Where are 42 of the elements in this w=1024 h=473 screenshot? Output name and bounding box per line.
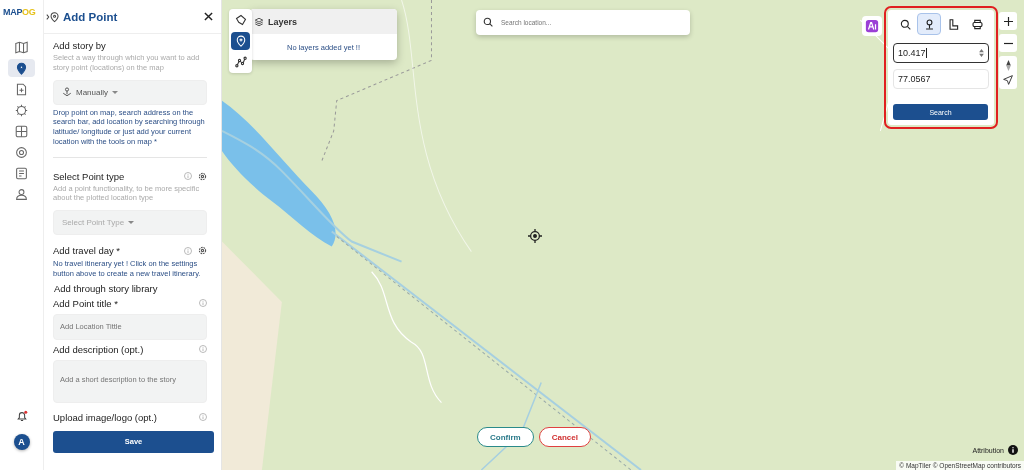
section-label: Upload image/logo (opt.) bbox=[53, 411, 158, 423]
panel-title: Add Point bbox=[63, 10, 119, 23]
section-label: Add description (opt.) bbox=[53, 343, 144, 355]
chevron-pin-icon bbox=[46, 10, 60, 23]
section-label: Add travel day * bbox=[53, 245, 121, 256]
close-icon[interactable] bbox=[204, 12, 213, 21]
file-plus-icon bbox=[15, 82, 28, 96]
manual-dropdown[interactable]: Manually bbox=[53, 79, 207, 105]
zoom-out-icon[interactable] bbox=[999, 34, 1017, 52]
section-label: Select Point type bbox=[53, 170, 125, 182]
sun-icon bbox=[15, 103, 28, 117]
list-icon bbox=[15, 166, 28, 180]
search-icon bbox=[483, 17, 493, 27]
map-icon bbox=[15, 40, 28, 54]
rail-item[interactable] bbox=[8, 59, 35, 77]
latitude-input[interactable]: 10.417 bbox=[893, 43, 989, 63]
pin-tab-icon[interactable] bbox=[917, 13, 941, 35]
grid-icon bbox=[15, 124, 28, 138]
longitude-input[interactable]: 77.0567 bbox=[893, 69, 989, 89]
notification-bell-icon[interactable] bbox=[15, 410, 28, 422]
locate-icon[interactable] bbox=[999, 71, 1017, 89]
crosshair-icon bbox=[528, 229, 542, 243]
layers-title: Layers bbox=[268, 16, 298, 27]
story-library-link[interactable]: Add through story library bbox=[54, 282, 207, 294]
cancel-button[interactable]: Cancel bbox=[538, 427, 591, 447]
info-icon[interactable] bbox=[1008, 445, 1018, 455]
pin-icon bbox=[15, 61, 28, 75]
settings-icon[interactable] bbox=[198, 171, 207, 181]
logo: MAPOG bbox=[3, 7, 36, 17]
settings-icon[interactable] bbox=[198, 246, 207, 255]
spinner-icon[interactable] bbox=[979, 49, 984, 57]
user-icon bbox=[15, 187, 28, 201]
confirm-button[interactable]: Confirm bbox=[477, 427, 534, 447]
ai-icon[interactable] bbox=[862, 16, 882, 36]
zoom-in-icon[interactable] bbox=[999, 12, 1017, 30]
section-label: Add story by bbox=[53, 40, 107, 51]
layers-icon bbox=[254, 16, 264, 27]
section-label: Add Point title * bbox=[53, 297, 118, 309]
compass-icon[interactable] bbox=[999, 56, 1017, 74]
target-icon bbox=[15, 145, 28, 159]
user-avatar[interactable]: A bbox=[13, 434, 30, 450]
add-pin-tool-icon[interactable] bbox=[231, 32, 250, 50]
